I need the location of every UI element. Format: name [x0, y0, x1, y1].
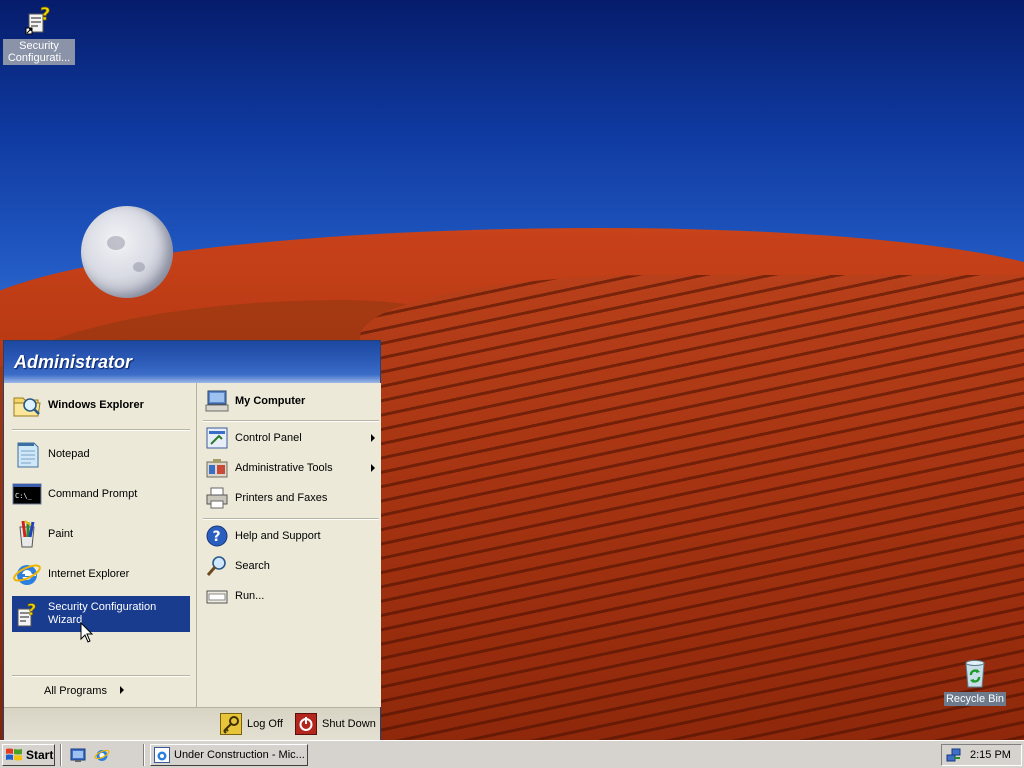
svg-text:?: ?: [40, 4, 50, 25]
desktop-icon-label: Security Configurati...: [3, 39, 75, 65]
menu-item-label: Help and Support: [235, 530, 321, 542]
taskbar-button-under-construction[interactable]: Under Construction - Mic...: [150, 744, 308, 766]
clock[interactable]: 2:15 PM: [970, 749, 1011, 761]
start-label: Start: [26, 748, 54, 762]
key-icon: [220, 713, 242, 735]
svg-text:?: ?: [213, 529, 221, 545]
command-prompt-icon: C:\_: [12, 483, 42, 505]
windows-explorer-icon: [13, 397, 41, 417]
search-icon: [206, 556, 226, 576]
start-button[interactable]: Start: [2, 744, 55, 766]
show-desktop-icon[interactable]: [70, 747, 86, 763]
menu-item-my-computer[interactable]: My Computer: [205, 387, 375, 415]
taskbar-button-label: Under Construction - Mic...: [174, 749, 305, 761]
chevron-right-icon: [371, 434, 375, 442]
menu-item-label: Run...: [235, 590, 265, 602]
menu-item-label: Notepad: [48, 448, 90, 460]
power-icon: [295, 713, 317, 735]
log-off-button[interactable]: Log Off: [220, 712, 283, 736]
network-icon[interactable]: [946, 747, 962, 763]
taskbar-separator: [143, 744, 145, 766]
user-name: Administrator: [14, 352, 133, 372]
chevron-right-icon: [371, 464, 375, 472]
paint-icon: [19, 520, 35, 548]
start-menu-left-column: Windows Explorer Notepad C:\_ Command Pr…: [4, 383, 196, 707]
start-menu: Administrator Windows Explorer Notepad C…: [3, 340, 381, 740]
recycle-bin-icon: [965, 660, 985, 688]
menu-item-label: Windows Explorer: [48, 399, 144, 411]
printers-icon: [206, 487, 228, 509]
administrative-tools-icon: [206, 459, 228, 478]
desktop-icon-recycle-bin[interactable]: Recycle Bin: [939, 657, 1011, 706]
menu-item-command-prompt[interactable]: C:\_ Command Prompt: [12, 477, 192, 511]
start-menu-header: Administrator: [4, 341, 380, 383]
menu-item-security-configuration-wizard[interactable]: ? Security Configuration Wizard: [12, 596, 190, 632]
all-programs-button[interactable]: All Programs: [44, 681, 164, 701]
wallpaper-moon: [81, 206, 173, 298]
divider: [203, 518, 379, 520]
desktop-icon-label: Recycle Bin: [943, 692, 1007, 706]
menu-item-label: Printers and Faxes: [235, 492, 328, 504]
divider: [12, 675, 190, 677]
menu-item-label: Paint: [48, 528, 74, 540]
menu-item-internet-explorer[interactable]: Internet Explorer: [12, 557, 192, 591]
menu-item-paint[interactable]: Paint: [12, 517, 192, 551]
svg-text:C:\_: C:\_: [15, 492, 33, 500]
shut-down-button[interactable]: Shut Down: [295, 712, 376, 736]
menu-item-label: Security Configuration Wizard: [48, 601, 157, 626]
chevron-right-icon: [120, 686, 124, 694]
all-programs-label: All Programs: [44, 685, 107, 697]
wallpaper-dune-ripples: [360, 275, 1024, 740]
menu-item-search[interactable]: Search: [205, 554, 379, 578]
menu-item-control-panel[interactable]: Control Panel: [205, 426, 379, 450]
menu-item-label: Internet Explorer: [48, 568, 130, 580]
svg-text:?: ?: [27, 600, 36, 619]
security-wizard-icon: ?: [17, 600, 37, 627]
start-menu-footer: Log Off Shut Down: [4, 707, 380, 740]
menu-item-administrative-tools[interactable]: Administrative Tools: [205, 456, 379, 480]
menu-item-help-and-support[interactable]: ? Help and Support: [205, 524, 379, 548]
taskbar-separator: [60, 744, 62, 766]
menu-item-printers-and-faxes[interactable]: Printers and Faxes: [205, 486, 379, 510]
run-icon: [206, 590, 228, 604]
taskbar: Start Under Construction - Mic... 2:15 P…: [0, 740, 1024, 768]
control-panel-icon: [206, 427, 228, 449]
security-wizard-icon: ?: [25, 4, 51, 35]
menu-item-label: Search: [235, 560, 270, 572]
internet-explorer-icon[interactable]: [94, 747, 110, 763]
menu-item-label: My Computer: [235, 395, 306, 407]
menu-item-run[interactable]: Run...: [205, 584, 379, 608]
menu-item-label: Command Prompt: [48, 488, 138, 500]
mouse-cursor-icon: [80, 622, 94, 643]
system-tray: 2:15 PM: [941, 744, 1022, 766]
start-menu-right-column: My Computer Control Panel Administrative…: [196, 383, 381, 707]
my-computer-icon: [205, 390, 229, 412]
internet-explorer-icon: [13, 564, 41, 585]
log-off-label: Log Off: [247, 718, 283, 730]
internet-explorer-icon: [154, 747, 170, 763]
notepad-icon: [17, 442, 39, 468]
divider: [12, 429, 190, 431]
windows-logo-icon: [6, 748, 22, 761]
menu-item-windows-explorer[interactable]: Windows Explorer: [12, 389, 192, 421]
desktop-icon-security-wizard[interactable]: ? Security Configurati...: [3, 4, 75, 65]
shut-down-label: Shut Down: [322, 718, 376, 730]
menu-item-notepad[interactable]: Notepad: [12, 437, 192, 471]
help-icon: ?: [206, 525, 228, 547]
divider: [203, 420, 379, 422]
menu-item-label: Control Panel: [235, 432, 302, 444]
menu-item-label: Administrative Tools: [235, 462, 333, 474]
